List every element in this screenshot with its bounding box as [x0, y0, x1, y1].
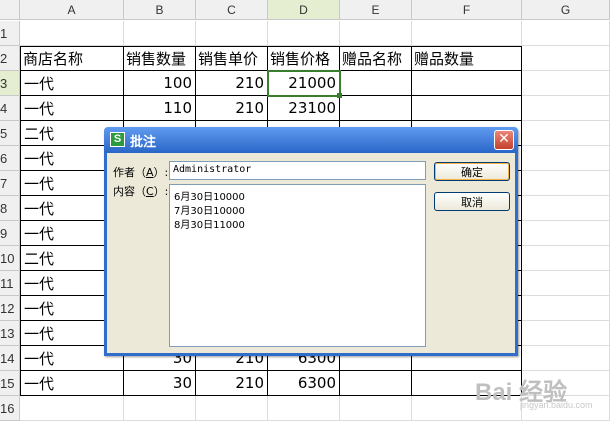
column-title-cell[interactable]: 销售单价: [196, 46, 268, 71]
table-cell[interactable]: [412, 96, 522, 121]
table-cell[interactable]: [20, 396, 124, 421]
column-title-cell[interactable]: 赠品数量: [412, 46, 522, 71]
content-textarea[interactable]: 6月30日10000 7月30日10000 8月30日11000: [169, 184, 426, 347]
table-cell[interactable]: [268, 21, 340, 46]
close-button[interactable]: ✕: [494, 130, 514, 150]
content-line: 6月30日10000: [174, 192, 245, 203]
column-header-f[interactable]: F: [412, 0, 522, 20]
dialog-titlebar[interactable]: S 批注 ✕: [104, 127, 518, 153]
column-title-cell[interactable]: 赠品名称: [340, 46, 412, 71]
column-header-a[interactable]: A: [20, 0, 124, 20]
table-cell[interactable]: [522, 196, 610, 221]
table-cell[interactable]: [522, 121, 610, 146]
row-header[interactable]: 14: [0, 346, 20, 371]
column-header-e[interactable]: E: [340, 0, 412, 20]
column-header-b[interactable]: B: [124, 0, 196, 20]
close-icon: ✕: [498, 131, 510, 147]
row-header[interactable]: 2: [0, 46, 20, 71]
table-cell[interactable]: [522, 146, 610, 171]
column-title-cell[interactable]: [522, 46, 610, 71]
dialog-body: 作者（A）: Administrator 内容（C）: 6月30日10000 7…: [107, 153, 515, 353]
table-cell[interactable]: 210: [196, 96, 268, 121]
table-cell[interactable]: 一代: [20, 96, 124, 121]
author-field[interactable]: Administrator: [169, 161, 426, 180]
row-header[interactable]: 8: [0, 196, 20, 221]
table-cell[interactable]: [412, 21, 522, 46]
table-cell[interactable]: [124, 396, 196, 421]
select-all-corner[interactable]: [0, 0, 20, 20]
author-label: 作者（A）:: [113, 166, 169, 179]
content-line: 7月30日10000: [174, 206, 245, 217]
table-cell[interactable]: [340, 96, 412, 121]
table-cell[interactable]: [340, 71, 412, 96]
selected-cell-outline: [267, 70, 341, 97]
table-cell[interactable]: [412, 71, 522, 96]
table-cell[interactable]: 110: [124, 96, 196, 121]
table-cell[interactable]: 210: [196, 371, 268, 396]
table-cell[interactable]: [268, 396, 340, 421]
table-cell[interactable]: [522, 96, 610, 121]
column-title-cell[interactable]: 销售数量: [124, 46, 196, 71]
row-header[interactable]: 11: [0, 271, 20, 296]
comment-dialog: S 批注 ✕ 作者（A）: Administrator 内容（C）: 6月30日…: [104, 127, 518, 356]
table-cell[interactable]: [20, 21, 124, 46]
table-cell[interactable]: [340, 371, 412, 396]
table-cell[interactable]: [522, 246, 610, 271]
content-line: 8月30日11000: [174, 220, 245, 231]
table-cell[interactable]: [522, 346, 610, 371]
table-cell[interactable]: 一代: [20, 371, 124, 396]
table-cell[interactable]: [196, 396, 268, 421]
row-header[interactable]: 12: [0, 296, 20, 321]
row-header[interactable]: 7: [0, 171, 20, 196]
column-header-c[interactable]: C: [196, 0, 268, 20]
table-cell[interactable]: [340, 396, 412, 421]
fill-handle[interactable]: [337, 93, 342, 98]
row-header[interactable]: 13: [0, 321, 20, 346]
ok-button[interactable]: 确定: [434, 162, 510, 181]
row-header[interactable]: 6: [0, 146, 20, 171]
content-label: 内容（C）:: [113, 185, 169, 198]
table-cell[interactable]: [522, 321, 610, 346]
row-header[interactable]: 4: [0, 96, 20, 121]
table-cell[interactable]: [124, 21, 196, 46]
row-header[interactable]: 5: [0, 121, 20, 146]
column-header-g[interactable]: G: [522, 0, 610, 20]
table-cell[interactable]: 一代: [20, 71, 124, 96]
table-cell[interactable]: [522, 271, 610, 296]
row-header[interactable]: 1: [0, 21, 20, 46]
column-title-cell[interactable]: 销售价格: [268, 46, 340, 71]
row-header[interactable]: 16: [0, 396, 20, 421]
row-header[interactable]: 3: [0, 71, 20, 96]
table-cell[interactable]: [522, 171, 610, 196]
table-cell[interactable]: 210: [196, 71, 268, 96]
column-header-d[interactable]: D: [268, 0, 340, 20]
row-header[interactable]: 15: [0, 371, 20, 396]
column-title-cell[interactable]: 商店名称: [20, 46, 124, 71]
cancel-button[interactable]: 取消: [434, 192, 510, 211]
table-cell[interactable]: 30: [124, 371, 196, 396]
dialog-title: 批注: [130, 135, 157, 150]
table-cell[interactable]: [522, 71, 610, 96]
table-cell[interactable]: [522, 296, 610, 321]
table-cell[interactable]: [522, 221, 610, 246]
row-header[interactable]: 9: [0, 221, 20, 246]
table-cell[interactable]: [340, 21, 412, 46]
table-cell[interactable]: [196, 21, 268, 46]
watermark-url: jingyan.baidu.com: [520, 400, 593, 410]
table-cell[interactable]: 100: [124, 71, 196, 96]
row-header[interactable]: 10: [0, 246, 20, 271]
table-cell[interactable]: 23100: [268, 96, 340, 121]
app-logo-icon: S: [110, 132, 125, 147]
table-cell[interactable]: 6300: [268, 371, 340, 396]
table-cell[interactable]: [522, 21, 610, 46]
